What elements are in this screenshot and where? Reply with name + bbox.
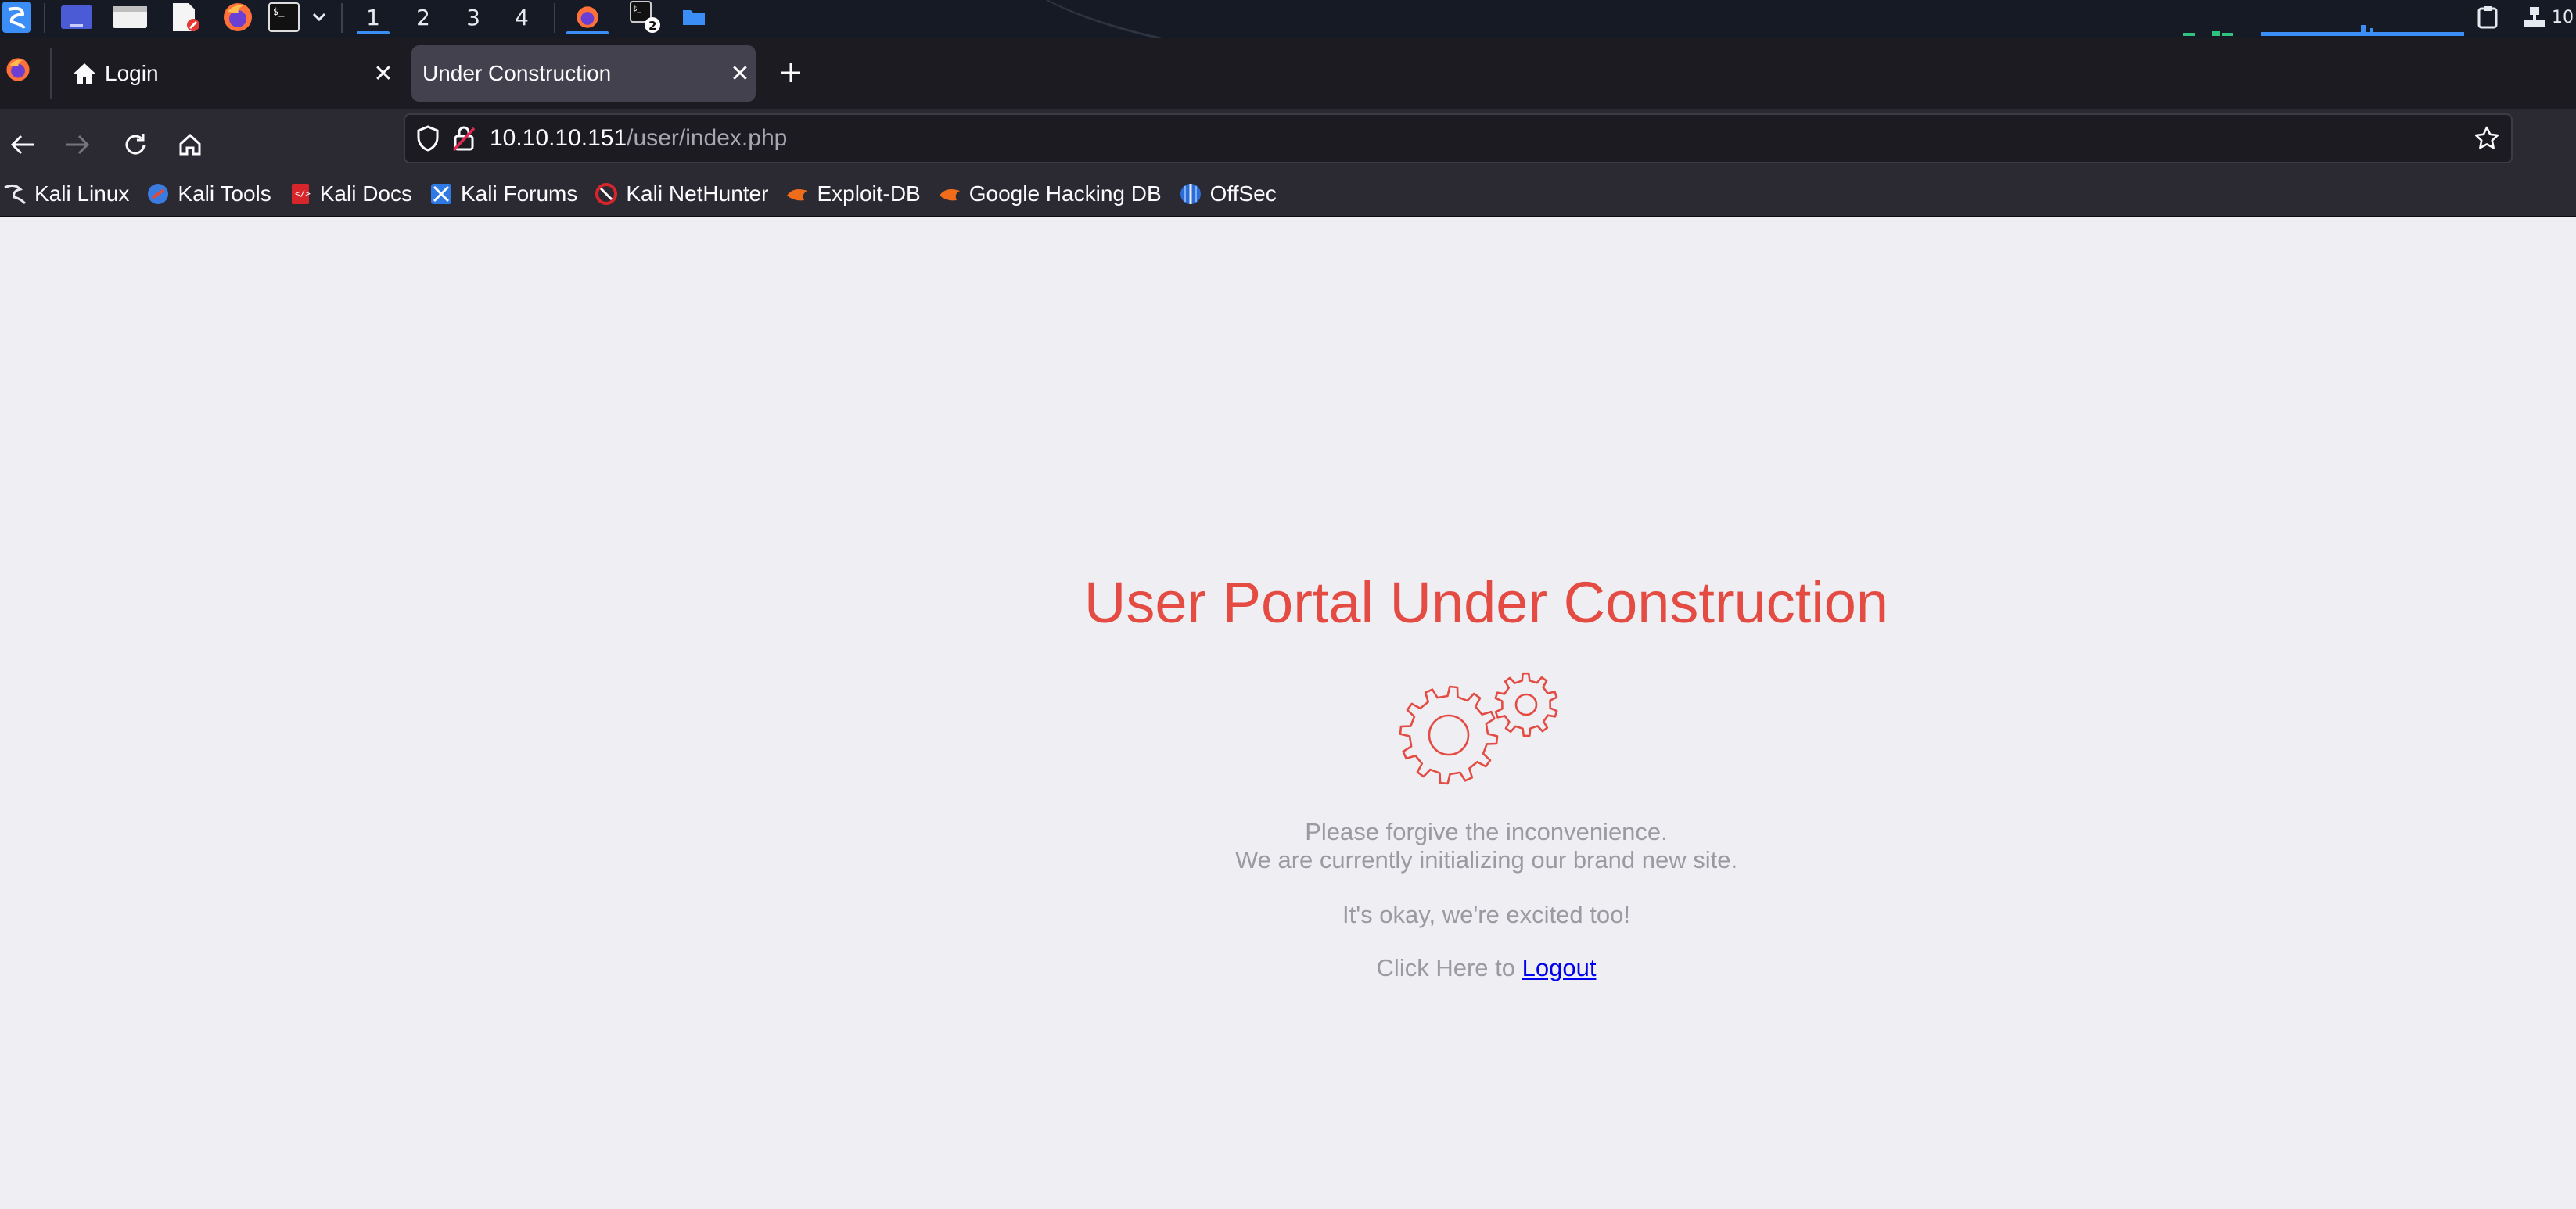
tab-login[interactable]: Login ✕ (59, 45, 399, 102)
tab-close-icon[interactable]: ✕ (368, 58, 399, 89)
url-path: /user/index.php (627, 125, 788, 151)
svg-text:$_: $_ (633, 5, 641, 13)
shield-icon[interactable] (416, 125, 440, 152)
reload-icon[interactable] (113, 122, 158, 167)
insecure-lock-icon[interactable] (452, 125, 476, 152)
url-host: 10.10.10.151 (490, 125, 627, 151)
offsec-icon (1179, 182, 1202, 206)
nethunter-icon (595, 182, 618, 206)
bookmark-kali-tools[interactable]: Kali Tools (146, 181, 271, 206)
back-arrow-icon[interactable] (0, 122, 45, 167)
bookmark-exploit-db[interactable]: Exploit-DB (785, 181, 921, 206)
gears-icon (1399, 672, 1558, 785)
terminal-window-button[interactable]: $_ 2 (623, 0, 666, 34)
apology-text: Please forgive the inconvenience. (1305, 818, 1668, 845)
workspace-2[interactable]: 2 (401, 0, 446, 34)
clipboard-icon[interactable] (2472, 0, 2503, 34)
url-text[interactable]: 10.10.10.151/user/index.php (490, 125, 787, 152)
bookmarks-toolbar: Kali Linux Kali Tools </> Kali Docs Kali… (0, 172, 2576, 217)
ghdb-icon (938, 182, 961, 206)
network-icon[interactable] (2519, 0, 2550, 34)
workspace-3[interactable]: 3 (451, 0, 496, 34)
chevron-down-icon[interactable] (305, 0, 333, 34)
tab-label: Login (105, 61, 159, 85)
svg-text:$_: $_ (273, 6, 285, 17)
logout-prefix: Click Here to (1376, 954, 1515, 981)
show-desktop-icon[interactable] (55, 0, 99, 34)
new-tab-icon[interactable] (771, 53, 810, 92)
firefox-launcher-icon[interactable] (216, 0, 260, 34)
bookmark-kali-nethunter[interactable]: Kali NetHunter (595, 181, 768, 206)
kali-docs-icon: </> (289, 182, 312, 206)
bookmark-kali-linux[interactable]: Kali Linux (3, 181, 129, 206)
forward-arrow-icon[interactable] (55, 122, 100, 167)
system-taskbar: $_ 1 2 3 4 $_ 2 10 (0, 0, 2576, 38)
logout-line: Click Here to Logout (0, 954, 2576, 982)
url-bar[interactable]: 10.10.10.151/user/index.php (404, 113, 2513, 163)
initializing-text: We are currently initializing our brand … (1234, 846, 1738, 874)
bookmark-offsec[interactable]: OffSec (1179, 181, 1277, 206)
kali-dragon-icon (3, 182, 27, 206)
terminal-launcher-icon[interactable]: $_ (264, 0, 304, 34)
tab-under-construction[interactable]: Under Construction ✕ (411, 45, 756, 102)
svg-text:2: 2 (648, 19, 656, 33)
logout-link[interactable]: Logout (1522, 954, 1597, 981)
bookmark-kali-forums[interactable]: Kali Forums (429, 181, 577, 206)
exploit-db-icon (785, 182, 809, 206)
svg-text:</>: </> (295, 188, 311, 199)
bookmark-star-icon[interactable] (2474, 125, 2500, 152)
browser-tab-bar: Login ✕ Under Construction ✕ (0, 38, 2576, 109)
home-favicon-icon (72, 62, 97, 85)
clock-text: 10 (2552, 7, 2574, 27)
text-editor-icon[interactable] (163, 0, 207, 34)
kali-menu-icon[interactable] (0, 0, 33, 34)
kali-tools-icon (146, 182, 170, 206)
workspace-4[interactable]: 4 (499, 0, 544, 34)
home-icon[interactable] (167, 122, 213, 167)
firefox-window-button[interactable] (560, 0, 615, 34)
tab-close-icon[interactable]: ✕ (724, 58, 756, 89)
kali-forums-icon (429, 182, 453, 206)
bookmark-google-hacking-db[interactable]: Google Hacking DB (938, 181, 1162, 206)
excited-text: It's okay, we're excited too! (1342, 901, 1630, 928)
bookmark-kali-docs[interactable]: </> Kali Docs (289, 181, 412, 206)
tab-label: Under Construction (422, 61, 612, 85)
workspace-1[interactable]: 1 (350, 0, 396, 34)
file-manager-icon[interactable] (108, 0, 152, 34)
page-content: User Portal Under Construction Please fo… (0, 217, 2576, 1209)
folder-window-button[interactable] (674, 0, 713, 34)
firefox-view-icon[interactable] (5, 56, 31, 86)
network-monitor-graph (2183, 25, 2464, 36)
page-title: User Portal Under Construction (1083, 570, 1889, 635)
